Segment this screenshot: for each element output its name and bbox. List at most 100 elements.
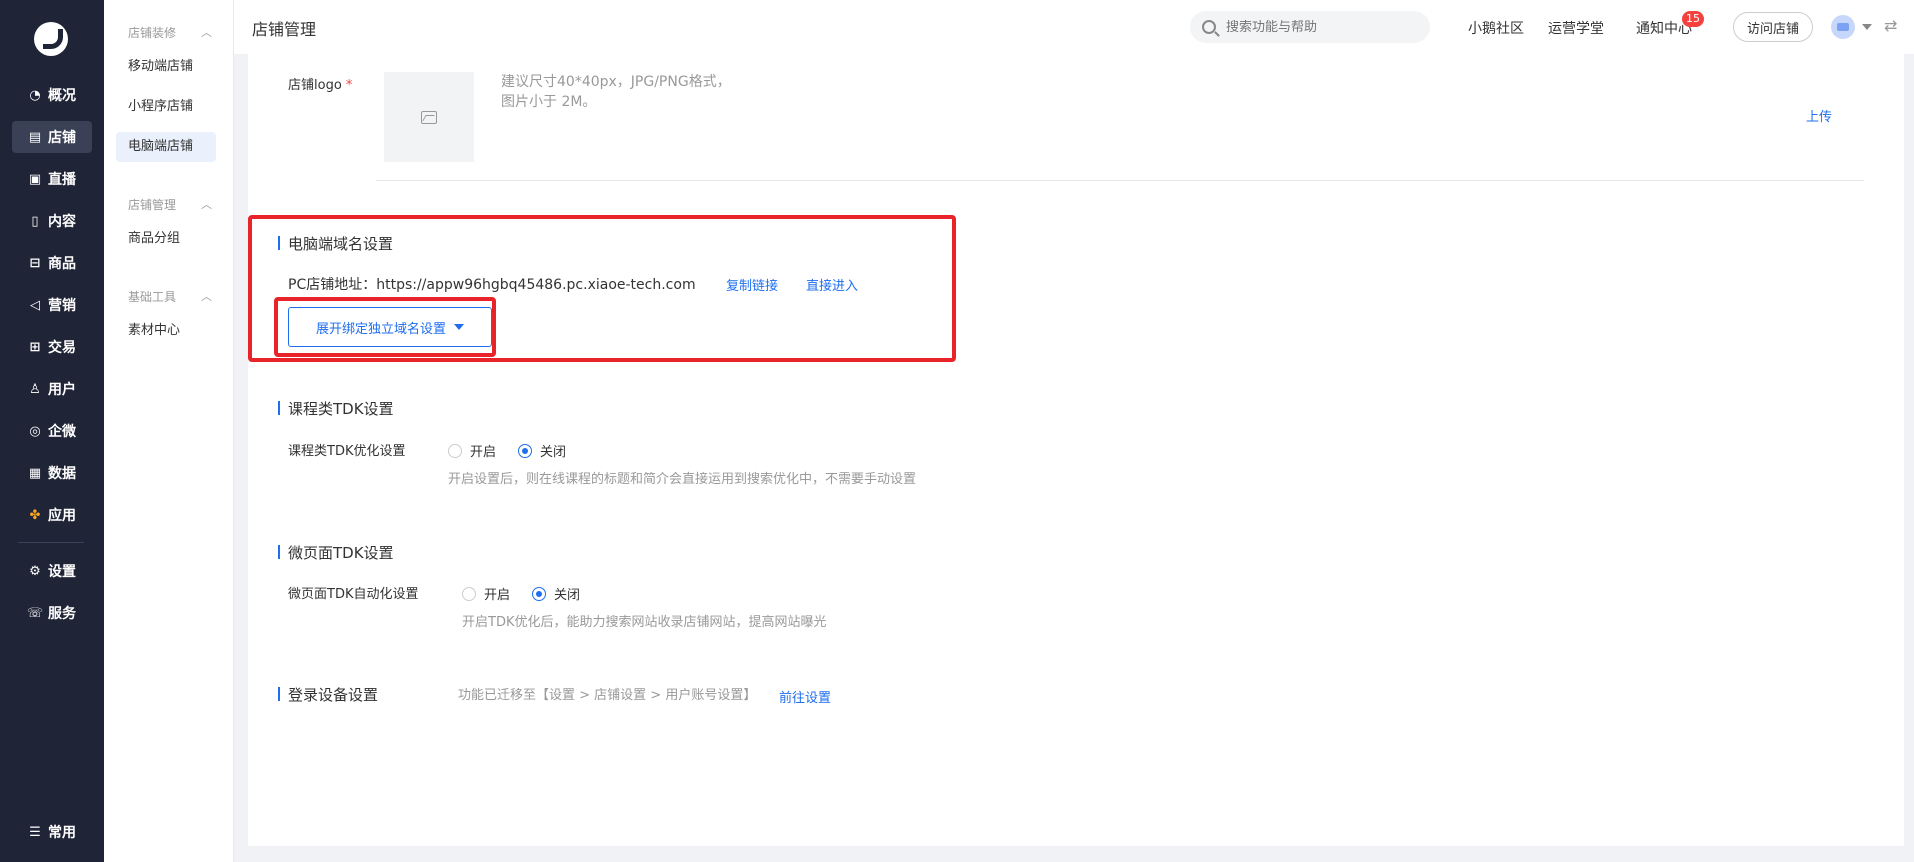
nav-item-settings[interactable]: ⚙ 设置: [12, 555, 92, 587]
image-placeholder-icon: [421, 110, 437, 124]
nav-item-label: 数据: [48, 466, 76, 482]
subnav-group-label: 基础工具: [128, 290, 177, 304]
nav-item-label: 用户: [48, 382, 76, 398]
nav-item-label: 应用: [48, 508, 76, 524]
nav-item-user[interactable]: ♙ 用户: [12, 373, 92, 405]
marketing-icon: ◁: [30, 297, 40, 313]
micro-tdk-on-radio[interactable]: 开启: [462, 584, 510, 603]
service-icon: ☏: [26, 605, 44, 621]
nav-item-apps[interactable]: ✤ 应用: [12, 499, 92, 531]
course-tdk-section-title: 课程类TDK设置: [278, 398, 394, 419]
app-logo[interactable]: [34, 22, 68, 56]
nav-item-frequent[interactable]: ☰ 常用: [12, 816, 92, 848]
radio-label: 开启: [484, 588, 511, 603]
highlight-box-expand-button: [274, 297, 496, 357]
radio-label: 开启: [470, 445, 497, 460]
nav-item-live[interactable]: ▣ 直播: [12, 163, 92, 195]
logo-hint: 建议尺寸40*40px，JPG/PNG格式， 图片小于 2M。: [501, 72, 731, 112]
settings-icon: ⚙: [29, 563, 41, 579]
store-icon: ▤: [28, 129, 42, 145]
logo-hint-line-1: 建议尺寸40*40px，JPG/PNG格式，: [501, 74, 731, 90]
subnav-group-label: 店铺管理: [128, 198, 177, 212]
content-icon: ▯: [31, 213, 39, 229]
nav-item-wecom[interactable]: ◎ 企微: [12, 415, 92, 447]
user-icon: ♙: [29, 381, 41, 397]
nav-item-label: 服务: [48, 606, 76, 622]
upload-link[interactable]: 上传: [1806, 106, 1832, 125]
nav-item-marketing[interactable]: ◁ 营销: [12, 289, 92, 321]
academy-link[interactable]: 运营学堂: [1548, 18, 1604, 38]
goods-icon: ⊟: [29, 255, 41, 271]
nav-item-label: 内容: [48, 214, 76, 230]
course-tdk-off-radio[interactable]: 关闭: [518, 441, 566, 460]
subnav-group-decoration[interactable]: 店铺装修 ︿: [128, 24, 212, 41]
micro-tdk-off-radio[interactable]: 关闭: [532, 584, 580, 603]
chevron-up-icon: ︿: [201, 290, 212, 303]
radio-dot: [532, 586, 546, 601]
radio-dot: [518, 443, 532, 458]
radio-label: 关闭: [554, 588, 581, 603]
goto-settings-link[interactable]: 前往设置: [779, 687, 831, 706]
subnav-item-material-center[interactable]: 素材中心: [116, 316, 216, 346]
micro-tdk-section-title: 微页面TDK设置: [278, 542, 394, 563]
nav-item-data[interactable]: ▦ 数据: [12, 457, 92, 489]
main-nav: ◔ 概况 ▤ 店铺 ▣ 直播 ▯ 内容 ⊟ 商品 ◁ 营销 ⊞ 交易 ♙ 用户 …: [0, 0, 104, 862]
chevron-up-icon: ︿: [201, 26, 212, 39]
apps-icon: ✤: [29, 507, 41, 523]
subnav-group-tools[interactable]: 基础工具 ︿: [128, 288, 212, 305]
nav-item-service[interactable]: ☏ 服务: [12, 597, 92, 629]
course-tdk-on-radio[interactable]: 开启: [448, 441, 496, 460]
nav-item-label: 概况: [48, 88, 76, 104]
avatar[interactable]: [1831, 15, 1855, 39]
radio-dot: [462, 586, 476, 601]
radio-dot: [448, 443, 462, 458]
visit-store-button[interactable]: 访问店铺: [1733, 12, 1813, 42]
nav-item-trade[interactable]: ⊞ 交易: [12, 331, 92, 363]
subnav-item-miniprogram-store[interactable]: 小程序店铺: [116, 92, 216, 122]
community-link[interactable]: 小鹅社区: [1468, 18, 1524, 38]
search-input[interactable]: [1226, 19, 1416, 35]
nav-item-label: 企微: [48, 424, 76, 440]
notification-count-badge: 15: [1682, 11, 1704, 27]
login-device-moved-text: 功能已迁移至【设置 > 店铺设置 > 用户账号设置】: [458, 688, 757, 703]
nav-item-content[interactable]: ▯ 内容: [12, 205, 92, 237]
micro-tdk-label: 微页面TDK自动化设置: [288, 587, 419, 602]
nav-item-label: 营销: [48, 298, 76, 314]
logo-hint-line-2: 图片小于 2M。: [501, 94, 597, 110]
section-divider: [376, 180, 1864, 181]
chevron-down-icon[interactable]: [1862, 24, 1872, 30]
store-logo-label-text: 店铺logo: [288, 78, 342, 93]
subnav-item-pc-store[interactable]: 电脑端店铺: [116, 132, 216, 162]
frequent-icon: ☰: [29, 824, 41, 840]
switch-icon[interactable]: ⇄: [1884, 16, 1897, 35]
search-icon: [1202, 20, 1216, 34]
top-bar: 店铺管理 小鹅社区 运营学堂 通知中心 15 访问店铺 ⇄: [234, 0, 1914, 54]
nav-item-store[interactable]: ▤ 店铺: [12, 121, 92, 153]
nav-item-label: 店铺: [48, 130, 76, 146]
nav-item-label: 直播: [48, 172, 76, 188]
required-mark: *: [345, 78, 353, 93]
search-box[interactable]: [1190, 11, 1430, 43]
chevron-up-icon: ︿: [201, 198, 212, 211]
subnav-item-mobile-store[interactable]: 移动端店铺: [116, 52, 216, 82]
nav-item-label: 商品: [48, 256, 76, 272]
nav-item-label: 交易: [48, 340, 76, 356]
nav-item-overview[interactable]: ◔ 概况: [12, 79, 92, 111]
trade-icon: ⊞: [29, 339, 41, 355]
course-tdk-label: 课程类TDK优化设置: [288, 444, 406, 459]
page-title: 店铺管理: [252, 20, 317, 39]
data-icon: ▦: [28, 465, 42, 481]
logo-upload-placeholder[interactable]: [384, 72, 474, 162]
nav-item-label: 设置: [48, 564, 76, 580]
subnav-item-goods-group[interactable]: 商品分组: [116, 224, 216, 254]
login-device-section-title: 登录设备设置: [278, 684, 378, 705]
nav-item-label: 常用: [48, 825, 76, 841]
nav-divider: [18, 542, 84, 543]
store-logo-label: 店铺logo *: [288, 74, 352, 93]
live-icon: ▣: [28, 171, 42, 187]
radio-label: 关闭: [540, 445, 567, 460]
subnav-group-management[interactable]: 店铺管理 ︿: [128, 196, 212, 213]
nav-item-goods[interactable]: ⊟ 商品: [12, 247, 92, 279]
dashboard-icon: ◔: [29, 87, 41, 103]
wecom-icon: ◎: [29, 423, 41, 439]
